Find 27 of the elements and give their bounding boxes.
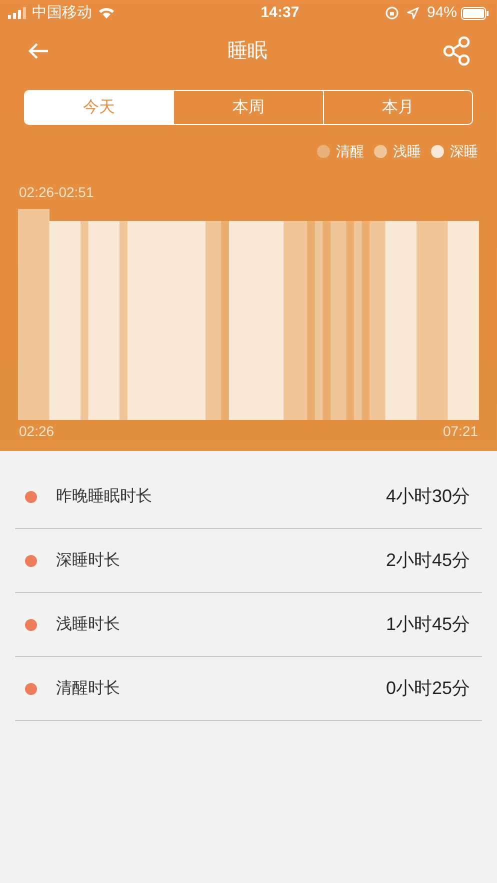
legend-label: 清醒 bbox=[336, 142, 364, 161]
clock-time: 14:37 bbox=[260, 2, 300, 23]
share-button[interactable] bbox=[443, 36, 471, 66]
start-time: 02:26 bbox=[19, 422, 54, 441]
location-arrow-icon bbox=[406, 7, 419, 19]
period-tab[interactable]: 本周 bbox=[173, 91, 323, 124]
stat-value: 2小时45分 bbox=[386, 549, 470, 572]
selected-time-range: 02:26-02:51 bbox=[19, 183, 95, 202]
signal-icon bbox=[8, 7, 28, 19]
stat-label: 浅睡时长 bbox=[56, 614, 120, 634]
legend-label: 深睡 bbox=[450, 142, 478, 161]
period-tab[interactable]: 今天 bbox=[25, 91, 174, 124]
stat-label: 清醒时长 bbox=[56, 678, 120, 698]
battery-icon bbox=[461, 6, 489, 20]
carrier-name: 中国移动 bbox=[32, 2, 92, 23]
wifi-icon bbox=[98, 7, 115, 19]
end-time: 07:21 bbox=[442, 422, 478, 441]
battery-percent: 94% bbox=[426, 2, 457, 23]
stat-value: 1小时45分 bbox=[386, 613, 470, 636]
rotation-lock-icon bbox=[384, 6, 399, 20]
stat-value: 0小时25分 bbox=[386, 677, 470, 700]
page-title: 睡眠 bbox=[226, 39, 268, 64]
legend-label: 浅睡 bbox=[393, 142, 421, 161]
period-tab[interactable]: 本月 bbox=[322, 91, 472, 124]
stat-label: 深睡时长 bbox=[56, 550, 120, 570]
stat-value: 4小时30分 bbox=[386, 485, 470, 508]
stat-label: 昨晚睡眠时长 bbox=[56, 486, 152, 506]
